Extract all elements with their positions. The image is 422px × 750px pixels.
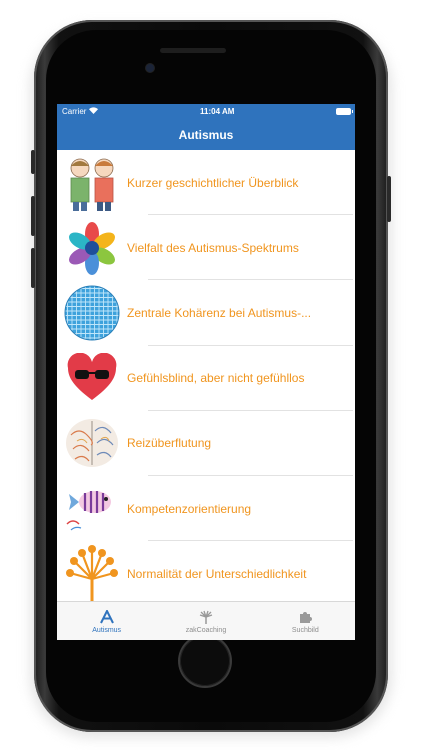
striped-fish-icon <box>57 476 127 541</box>
blue-mosaic-circle-icon <box>57 280 127 345</box>
orange-dandelion-icon <box>57 541 127 602</box>
tab-zakcoaching[interactable]: zakCoaching <box>156 602 255 640</box>
list-item-label: Vielfalt des Autismus-Spektrums <box>127 240 299 255</box>
list-item-label: Reizüberflutung <box>127 436 212 451</box>
list-item-label: Kompetenzorientierung <box>127 501 252 516</box>
colorful-flower-icon <box>57 215 127 280</box>
letter-a-icon <box>99 608 114 626</box>
list-item[interactable]: Zentrale Kohärenz bei Autismus-... <box>57 280 355 346</box>
puzzle-icon <box>298 608 313 626</box>
list-item-label: Zentrale Kohärenz bei Autismus-... <box>127 305 312 320</box>
list-item[interactable]: Gefühlsblind, aber nicht gefühllos <box>57 346 355 411</box>
earpiece-speaker <box>160 48 226 53</box>
list-item[interactable]: Reizüberflutung <box>57 411 355 476</box>
carrier-label: Carrier <box>62 107 87 116</box>
list-item[interactable]: Kurzer geschichtlicher Überblick <box>57 150 355 216</box>
home-button[interactable] <box>180 636 230 686</box>
battery-icon <box>336 108 353 115</box>
volume-up-button <box>31 196 35 236</box>
list-item-label: Gefühlsblind, aber nicht gefühllos <box>127 371 305 386</box>
tab-autismus[interactable]: Autismus <box>57 602 156 640</box>
flower-icon <box>198 608 214 626</box>
volume-down-button <box>31 248 35 288</box>
power-button <box>387 176 391 222</box>
tab-label: Suchbild <box>291 627 319 634</box>
two-children-drawing-icon <box>57 150 127 215</box>
list-item[interactable]: Normalität der Unterschiedlichkeit <box>57 541 355 602</box>
tab-label: zakCoaching <box>185 627 227 634</box>
tab-bar: Autismus zakCoaching Suchbild <box>57 601 355 640</box>
app-screen: Carrier 11:04 AM Autismus Kurzer geschic… <box>57 104 355 640</box>
status-bar: Carrier 11:04 AM <box>57 104 355 119</box>
list-item-label: Kurzer geschichtlicher Überblick <box>127 175 299 190</box>
heart-with-sunglasses-icon <box>57 346 127 411</box>
navigation-bar: Autismus <box>57 119 355 150</box>
topic-list: Kurzer geschichtlicher Überblick Vielfal… <box>57 150 355 602</box>
status-time: 11:04 AM <box>200 107 235 116</box>
mute-switch <box>31 150 35 174</box>
list-item[interactable]: Kompetenzorientierung <box>57 476 355 542</box>
list-item[interactable]: Vielfalt des Autismus-Spektrums <box>57 215 355 281</box>
list-item-label: Normalität der Unterschiedlichkeit <box>127 566 307 581</box>
wifi-icon <box>89 107 99 116</box>
front-camera <box>146 64 154 72</box>
page-title: Autismus <box>178 127 234 142</box>
tab-label: Autismus <box>92 627 122 634</box>
brain-drawing-icon <box>57 411 127 476</box>
tab-suchbild[interactable]: Suchbild <box>256 602 355 640</box>
